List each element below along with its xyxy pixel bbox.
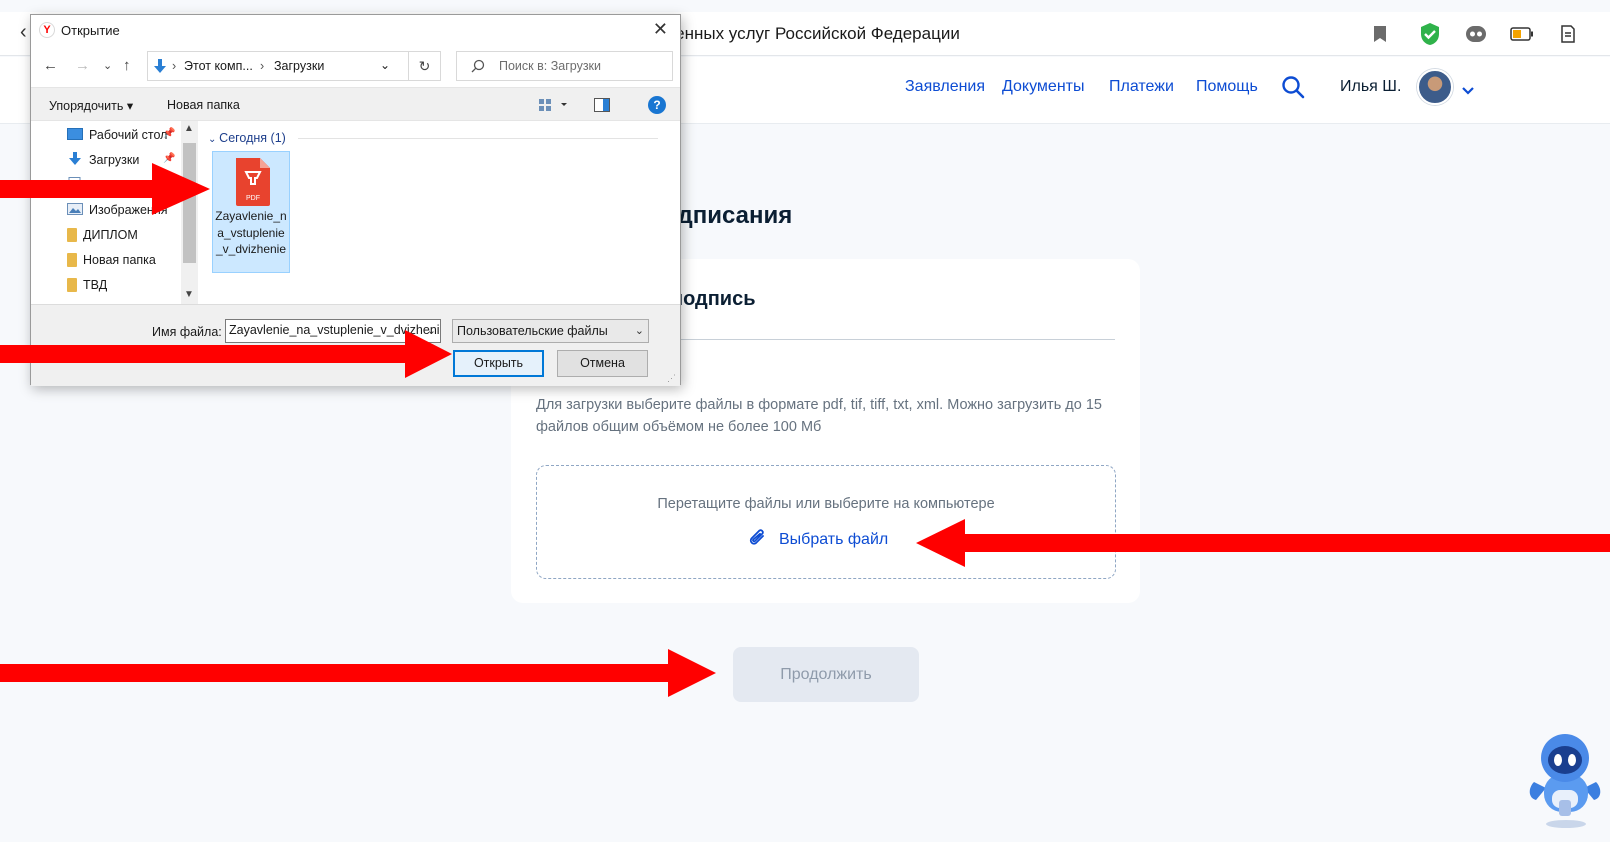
breadcrumb-separator-icon: › <box>172 59 177 73</box>
chevron-down-icon: ⌄ <box>208 134 220 145</box>
browser-back-button[interactable]: ‹ <box>20 21 27 44</box>
open-button[interactable]: Открыть <box>453 350 544 377</box>
chevron-down-icon[interactable]: ⌄ <box>427 324 436 337</box>
filetype-value: Пользовательские файлы <box>457 324 608 338</box>
nav-item-label: Рабочий стол <box>89 128 168 142</box>
dropzone-text: Перетащите файлы или выберите на компьют… <box>657 496 995 512</box>
nav-item-label: ТВД <box>83 278 108 292</box>
dialog-bottom: Имя файла: Zayavlenie_na_vstuplenie_v_dv… <box>31 304 680 386</box>
pin-icon: 📌 <box>163 153 176 164</box>
page-title-bar: ственных услуг Российской Федерации <box>650 24 960 43</box>
desktop-icon <box>67 127 83 143</box>
card-title: подпись <box>671 288 756 310</box>
preview-pane-icon[interactable] <box>594 98 610 115</box>
search-icon <box>471 59 485 76</box>
nav-item-tvd[interactable]: ТВД <box>67 275 107 295</box>
file-item-selected[interactable]: PDF Zayavlenie_na_vstuplenie_v_dvizhenie <box>212 151 290 273</box>
nav-item-diplom[interactable]: ДИПЛОМ <box>67 225 138 245</box>
yandex-logo-icon: Y <box>39 22 55 38</box>
download-icon <box>67 151 83 169</box>
address-dropdown-chevron-icon[interactable]: ⌄ <box>380 58 390 72</box>
help-icon[interactable]: ? <box>648 96 666 114</box>
nav-item-label: Новая папка <box>83 253 156 267</box>
nav-link-payments[interactable]: Платежи <box>1109 78 1174 96</box>
pin-icon: 📌 <box>163 128 176 139</box>
nav-item-downloads[interactable]: Загрузки <box>67 150 139 170</box>
nav-link-help[interactable]: Помощь <box>1196 78 1258 96</box>
choose-file-label: Выбрать файл <box>779 531 889 548</box>
group-header[interactable]: ⌄ Сегодня (1) <box>208 131 286 145</box>
arrow-to-continue <box>0 649 716 697</box>
assistant-robot-icon[interactable] <box>1524 730 1606 830</box>
address-bar[interactable]: › Этот комп... › Загрузки ⌄ <box>147 51 409 81</box>
folder-icon <box>67 228 77 242</box>
new-folder-button[interactable]: Новая папка <box>167 98 240 112</box>
nav-item-label: Документы <box>89 178 154 192</box>
dialog-nav-row: ← → ⌄ ↑ › Этот комп... › Загрузки ⌄ ↻ По… <box>31 49 680 83</box>
nav-item-label: Изображения <box>89 203 168 217</box>
nav-item-pictures[interactable]: Изображения <box>67 200 168 220</box>
bookmark-icon[interactable] <box>1368 22 1392 46</box>
search-input[interactable]: Поиск в: Загрузки <box>456 51 673 81</box>
organize-button[interactable]: Упорядочить ▾ <box>49 98 133 113</box>
download-folder-icon <box>153 58 167 77</box>
battery-icon[interactable] <box>1510 22 1534 46</box>
recent-locations-chevron-icon[interactable]: ⌄ <box>103 59 112 72</box>
breadcrumb-downloads[interactable]: Загрузки <box>274 59 324 73</box>
filename-input[interactable]: Zayavlenie_na_vstuplenie_v_dvizhenie ⌄ <box>225 319 441 343</box>
scroll-up-icon[interactable]: ▲ <box>184 123 194 134</box>
filetype-select[interactable]: Пользовательские файлы ⌄ <box>452 319 649 343</box>
dialog-toolbar: Упорядочить ▾ Новая папка ? <box>31 87 680 121</box>
nav-item-documents[interactable]: Документы <box>67 175 153 195</box>
forward-arrow-icon[interactable]: → <box>75 57 90 74</box>
upload-hint: Для загрузки выберите файлы в формате pd… <box>536 397 1102 435</box>
nav-link-applications[interactable]: Заявления <box>905 78 985 96</box>
nav-scrollbar-thumb[interactable] <box>183 143 196 263</box>
folder-icon <box>67 253 77 267</box>
close-icon[interactable]: ✕ <box>653 19 668 40</box>
breadcrumb-this-pc[interactable]: Этот комп... <box>184 59 253 73</box>
file-open-dialog: Y Открытие ✕ ← → ⌄ ↑ › Этот комп... › За… <box>30 14 681 386</box>
nav-item-new-folder[interactable]: Новая папка <box>67 250 156 270</box>
nav-item-label: Загрузки <box>89 153 140 167</box>
refresh-icon[interactable]: ↻ <box>409 51 441 81</box>
breadcrumb-separator-icon: › <box>260 59 265 73</box>
filename-label: Имя файла: <box>152 325 222 339</box>
file-name: Zayavlenie_na_vstuplenie_v_dvizhenie <box>215 209 287 256</box>
pdf-file-icon: PDF <box>234 158 272 206</box>
group-header-label: Сегодня (1) <box>219 131 286 145</box>
chevron-down-icon[interactable] <box>1461 83 1475 101</box>
pictures-icon <box>67 202 83 218</box>
pdf-icon-label: PDF <box>246 195 260 202</box>
extension-icon[interactable] <box>1464 22 1488 46</box>
search-placeholder: Поиск в: Загрузки <box>499 59 602 73</box>
back-arrow-icon[interactable]: ← <box>43 57 58 74</box>
documents-icon <box>67 176 83 194</box>
protect-shield-icon[interactable] <box>1418 22 1442 46</box>
file-list-area: ⌄ Сегодня (1) PDF Zayavlenie_na_vstuplen… <box>203 121 681 304</box>
continue-button[interactable]: Продолжить <box>733 647 919 702</box>
nav-item-label: ДИПЛОМ <box>83 228 138 242</box>
divider <box>298 138 658 139</box>
up-arrow-icon[interactable]: ↑ <box>123 57 131 74</box>
user-name[interactable]: Илья Ш. <box>1340 78 1401 96</box>
avatar[interactable] <box>1417 69 1453 105</box>
view-options-icon[interactable] <box>539 98 571 115</box>
paperclip-icon <box>747 527 769 554</box>
dialog-titlebar[interactable]: Y Открытие ✕ <box>31 15 680 45</box>
resize-grip-icon[interactable]: ⋰ <box>667 373 676 384</box>
chevron-down-icon[interactable]: ⌄ <box>635 324 644 337</box>
cancel-button[interactable]: Отмена <box>557 350 648 377</box>
dialog-title: Открытие <box>61 23 120 38</box>
scroll-down-icon[interactable]: ▼ <box>184 289 194 300</box>
search-icon[interactable] <box>1281 75 1305 104</box>
nav-link-documents[interactable]: Документы <box>1002 78 1084 96</box>
navigation-pane: Рабочий стол Загрузки Документы Изображе… <box>31 121 201 304</box>
nav-item-desktop[interactable]: Рабочий стол <box>67 125 167 145</box>
folder-icon <box>67 278 77 292</box>
choose-file-button[interactable]: Выбрать файл <box>747 526 888 554</box>
downloads-icon[interactable] <box>1556 22 1580 46</box>
file-dropzone[interactable]: Перетащите файлы или выберите на компьют… <box>536 465 1116 579</box>
filename-value: Zayavlenie_na_vstuplenie_v_dvizhenie <box>229 323 441 337</box>
